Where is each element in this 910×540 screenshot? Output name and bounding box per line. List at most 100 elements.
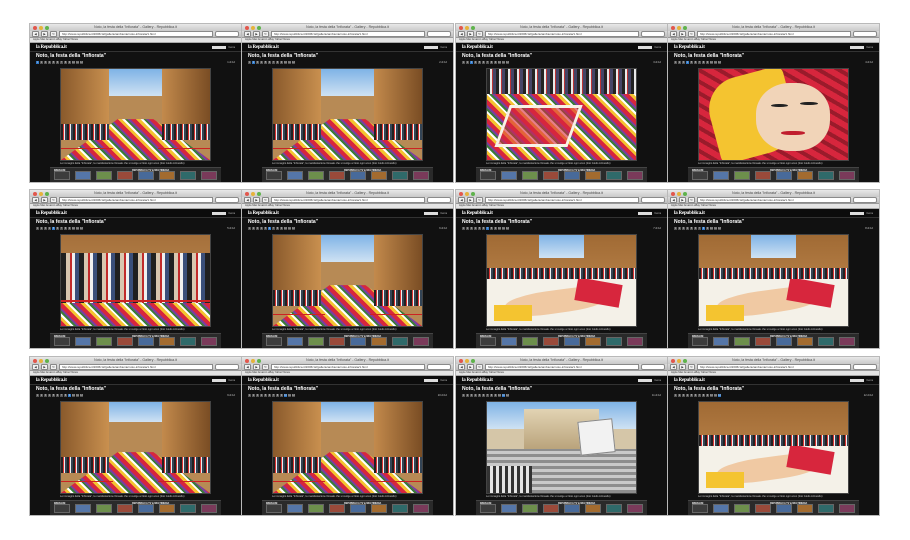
pager-page-5[interactable]: 5: [52, 227, 55, 230]
pager-page-9[interactable]: 9: [68, 61, 71, 64]
pager-page-2[interactable]: 2: [252, 394, 255, 397]
site-search-input[interactable]: [424, 45, 439, 49]
related-thumbnail[interactable]: [480, 171, 496, 180]
site-logo[interactable]: la Repubblica.it: [462, 378, 493, 383]
pager-page-6[interactable]: 6: [268, 61, 271, 64]
related-thumbnail[interactable]: [392, 171, 408, 180]
pager-page-12[interactable]: 12: [506, 61, 509, 64]
search-field[interactable]: [641, 197, 665, 203]
forward-button[interactable]: ▶: [467, 197, 474, 203]
gallery-photo[interactable]: [60, 68, 211, 161]
related-thumbnail[interactable]: [201, 504, 217, 513]
pager-page-11[interactable]: 11: [288, 394, 291, 397]
site-search-input[interactable]: [424, 211, 439, 215]
pager-page-2[interactable]: 2: [40, 394, 43, 397]
search-field[interactable]: [427, 197, 451, 203]
pager-page-4[interactable]: 4: [260, 394, 263, 397]
related-thumbnail[interactable]: [480, 337, 496, 346]
related-thumbnail[interactable]: [350, 171, 366, 180]
related-thumbnail[interactable]: [501, 337, 517, 346]
pager-page-10[interactable]: 10: [284, 227, 287, 230]
pager-page-2[interactable]: 2: [40, 227, 43, 230]
related-thumbnail[interactable]: [138, 337, 154, 346]
pager-page-6[interactable]: 6: [482, 394, 485, 397]
pager-page-4[interactable]: 4: [48, 227, 51, 230]
pager-page-3[interactable]: 3: [470, 394, 473, 397]
forward-button[interactable]: ▶: [253, 364, 260, 370]
pager-page-7[interactable]: 7: [486, 61, 489, 64]
related-thumbnail[interactable]: [54, 504, 70, 513]
pager-page-12[interactable]: 12: [80, 227, 83, 230]
related-thumbnail[interactable]: [117, 171, 133, 180]
pager-page-12[interactable]: 12: [292, 227, 295, 230]
site-search-input[interactable]: [212, 378, 227, 382]
related-thumbnail[interactable]: [201, 337, 217, 346]
gallery-photo[interactable]: [272, 68, 423, 161]
search-field[interactable]: [215, 31, 239, 37]
site-logo[interactable]: la Repubblica.it: [248, 45, 279, 50]
pager-page-6[interactable]: 6: [694, 394, 697, 397]
address-bar[interactable]: http://www.repubblica.it/2006/12/galleri…: [697, 364, 851, 370]
reload-button[interactable]: ↻: [262, 364, 269, 370]
related-thumbnail[interactable]: [413, 504, 429, 513]
pager-page-8[interactable]: 8: [64, 227, 67, 230]
pager-page-4[interactable]: 4: [686, 394, 689, 397]
address-bar[interactable]: http://www.repubblica.it/2006/12/galleri…: [59, 197, 213, 203]
pager-page-8[interactable]: 8: [702, 227, 705, 230]
pager-page-3[interactable]: 3: [44, 227, 47, 230]
site-search-button[interactable]: Cerca: [654, 46, 661, 49]
pager-page-6[interactable]: 6: [56, 61, 59, 64]
related-thumbnail[interactable]: [713, 504, 729, 513]
pager-page-1[interactable]: 1: [462, 227, 465, 230]
site-search-button[interactable]: Cerca: [228, 46, 235, 49]
pager-page-1[interactable]: 1: [674, 394, 677, 397]
related-thumbnail[interactable]: [522, 337, 538, 346]
address-bar[interactable]: http://www.repubblica.it/2006/12/galleri…: [485, 31, 639, 37]
forward-button[interactable]: ▶: [679, 31, 686, 37]
related-thumbnail[interactable]: [755, 337, 771, 346]
related-thumbnail[interactable]: [371, 337, 387, 346]
pager-page-6[interactable]: 6: [694, 61, 697, 64]
pager-page-10[interactable]: 10: [710, 61, 713, 64]
pager-page-4[interactable]: 4: [260, 61, 263, 64]
related-thumbnail[interactable]: [413, 337, 429, 346]
pager-page-2[interactable]: 2: [678, 394, 681, 397]
gallery-photo[interactable]: [60, 234, 211, 327]
pager-page-11[interactable]: 11: [288, 227, 291, 230]
related-thumbnail[interactable]: [606, 171, 622, 180]
reload-button[interactable]: ↻: [262, 31, 269, 37]
pager-page-4[interactable]: 4: [474, 227, 477, 230]
pager-page-4[interactable]: 4: [260, 227, 263, 230]
pager-page-12[interactable]: 12: [292, 61, 295, 64]
pager-page-9[interactable]: 9: [706, 227, 709, 230]
pager-page-7[interactable]: 7: [60, 227, 63, 230]
related-thumbnail[interactable]: [159, 171, 175, 180]
pager-page-2[interactable]: 2: [466, 61, 469, 64]
related-thumbnail[interactable]: [713, 171, 729, 180]
pager-page-7[interactable]: 7: [60, 394, 63, 397]
pager-page-12[interactable]: 12: [292, 394, 295, 397]
related-thumbnail[interactable]: [776, 171, 792, 180]
address-bar[interactable]: http://www.repubblica.it/2006/12/galleri…: [485, 364, 639, 370]
pager-page-7[interactable]: 7: [60, 61, 63, 64]
site-search-input[interactable]: [850, 211, 865, 215]
pager-page-1[interactable]: 1: [248, 394, 251, 397]
site-search-button[interactable]: Cerca: [654, 212, 661, 215]
pager-page-10[interactable]: 10: [284, 61, 287, 64]
related-thumbnail[interactable]: [692, 171, 708, 180]
related-thumbnail[interactable]: [797, 337, 813, 346]
reload-button[interactable]: ↻: [688, 31, 695, 37]
pager-page-6[interactable]: 6: [268, 394, 271, 397]
related-thumbnail[interactable]: [585, 337, 601, 346]
site-search-button[interactable]: Cerca: [440, 46, 447, 49]
pager-page-10[interactable]: 10: [72, 394, 75, 397]
back-button[interactable]: ◀: [244, 197, 251, 203]
pager-page-3[interactable]: 3: [682, 61, 685, 64]
pager-page-5[interactable]: 5: [264, 394, 267, 397]
site-search-button[interactable]: Cerca: [440, 379, 447, 382]
pager-page-7[interactable]: 7: [698, 394, 701, 397]
related-thumbnail[interactable]: [585, 171, 601, 180]
pager-page-8[interactable]: 8: [276, 227, 279, 230]
reload-button[interactable]: ↻: [50, 364, 57, 370]
pager-page-10[interactable]: 10: [498, 61, 501, 64]
